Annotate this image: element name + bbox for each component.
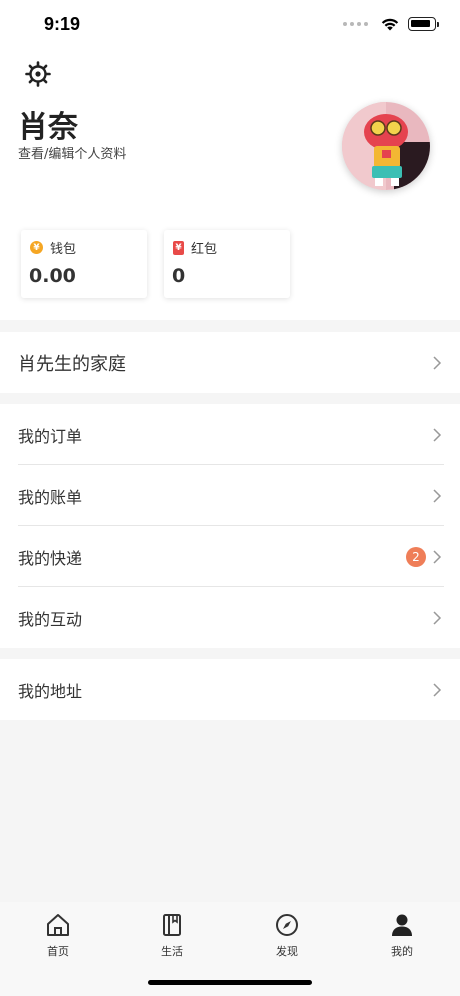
express-badge: 2 [406,546,426,567]
tab-discover-label: 发现 [276,945,298,958]
hongbao-label: 红包 [191,242,218,257]
hongbao-card[interactable]: ¥ 红包 0 [164,230,290,298]
family-row[interactable]: 肖先生的家庭 [0,332,460,393]
hongbao-count: 0 [172,265,186,287]
coin-icon: ¥ [30,241,43,254]
orders-label: 我的订单 [18,426,83,446]
chevron-right-icon [433,682,442,697]
battery-icon [408,17,439,31]
interact-row[interactable]: 我的互动 [0,587,460,648]
address-section: 我的地址 [0,659,460,720]
home-icon [47,914,69,936]
express-row[interactable]: 我的快递 2 [0,526,460,587]
hongbao-card-header: ¥ 红包 [173,238,217,257]
wallet-card[interactable]: ¥ 钱包 0.00 [21,230,147,298]
tab-mine-label: 我的 [391,945,413,958]
chevron-right-icon [433,488,442,503]
profile-header: 肖奈 查看/编辑个人资料 ¥ 钱包 0.00 ¥ 红包 0 [0,50,460,320]
compass-icon [276,914,298,936]
tab-home[interactable]: 首页 [28,912,88,959]
avatar-image [342,102,430,190]
menu-section: 我的订单 我的账单 我的快递 2 我的互动 [0,404,460,648]
tab-discover[interactable]: 发现 [257,912,317,959]
wallet-card-header: ¥ 钱包 [30,238,76,257]
chevron-right-icon [433,549,442,564]
bills-row[interactable]: 我的账单 [0,465,460,526]
wallet-balance: 0.00 [29,265,76,287]
book-icon [163,914,181,936]
express-label: 我的快递 [18,548,83,568]
red-envelope-icon: ¥ [173,240,184,255]
tab-life[interactable]: 生活 [142,912,202,959]
address-row[interactable]: 我的地址 [0,659,460,720]
edit-profile-link[interactable]: 查看/编辑个人资料 [18,143,126,162]
bills-label: 我的账单 [18,487,83,507]
home-indicator [148,980,312,985]
person-icon [392,914,412,936]
interact-label: 我的互动 [18,609,83,629]
wifi-icon [381,18,399,31]
family-label: 肖先生的家庭 [18,353,126,375]
status-time: 9:19 [44,14,81,34]
avatar[interactable] [342,102,430,190]
gear-icon[interactable] [24,60,52,88]
status-icons [343,16,439,32]
address-label: 我的地址 [18,681,83,701]
chevron-right-icon [433,355,442,370]
chevron-right-icon [433,610,442,625]
status-bar: 9:19 [0,0,460,50]
chevron-right-icon [433,427,442,442]
family-section: 肖先生的家庭 [0,332,460,393]
user-name[interactable]: 肖奈 [18,102,78,146]
wallet-label: 钱包 [50,242,77,257]
tab-home-label: 首页 [47,945,69,958]
cellular-dots-icon [343,22,368,26]
tab-life-label: 生活 [161,945,183,958]
orders-row[interactable]: 我的订单 [0,404,460,465]
tab-mine[interactable]: 我的 [372,912,432,959]
